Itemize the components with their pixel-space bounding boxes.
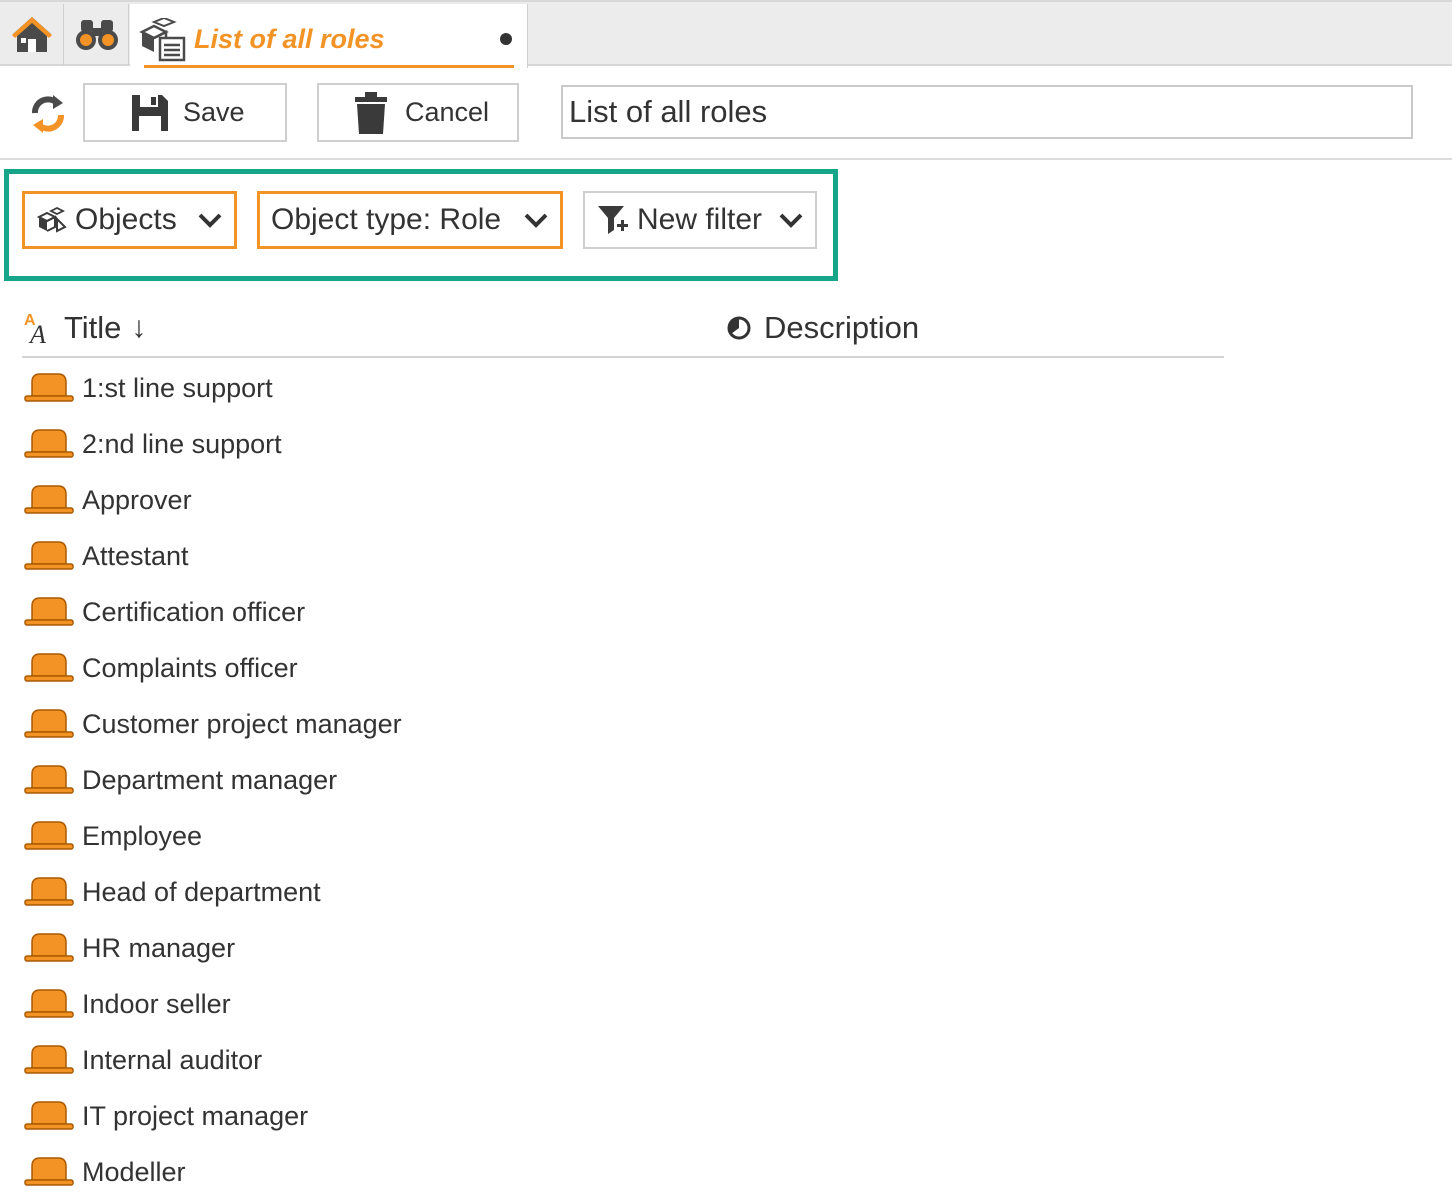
cancel-label: Cancel xyxy=(405,97,490,127)
chevron-down-icon xyxy=(524,213,548,228)
tab-title: List of all roles xyxy=(194,24,385,54)
list-item[interactable]: Internal auditor xyxy=(24,1032,1224,1088)
title-column-label: Title xyxy=(64,310,122,345)
role-title: Customer project manager xyxy=(82,708,402,739)
home-icon xyxy=(11,17,52,52)
list-title-input[interactable] xyxy=(561,85,1413,139)
list-item[interactable]: Approver xyxy=(24,472,1224,528)
sort-descending-icon: ↓ xyxy=(131,311,147,344)
save-label: Save xyxy=(183,97,245,127)
trash-icon xyxy=(355,91,387,134)
role-hat-icon xyxy=(24,653,74,682)
column-header-title[interactable]: A A Title ↓ xyxy=(24,306,146,350)
role-hat-icon xyxy=(24,933,74,962)
role-title: Approver xyxy=(82,484,192,515)
chevron-down-icon xyxy=(198,213,222,228)
role-title: HR manager xyxy=(82,932,236,963)
chevron-down-icon xyxy=(779,213,803,228)
role-title: Internal auditor xyxy=(82,1044,263,1075)
role-hat-icon xyxy=(24,1157,74,1186)
list-item[interactable]: HR manager xyxy=(24,920,1224,976)
cancel-button[interactable]: Cancel xyxy=(317,83,519,142)
half-circle-icon xyxy=(727,316,751,340)
text-attribute-icon: A A xyxy=(24,312,46,345)
role-hat-icon xyxy=(24,373,74,402)
role-hat-icon xyxy=(24,877,74,906)
list-item[interactable]: 2:nd line support xyxy=(24,416,1224,472)
role-hat-icon xyxy=(24,597,74,626)
role-title: 2:nd line support xyxy=(82,428,282,459)
role-title: 1:st line support xyxy=(82,372,273,403)
objects-filter-dropdown[interactable]: Objects xyxy=(22,191,237,249)
new-filter-label: New filter xyxy=(637,203,763,236)
list-item[interactable]: Employee xyxy=(24,808,1224,864)
toolbar: Save Cancel xyxy=(0,66,1452,160)
tab-bar: List of all roles xyxy=(0,0,1452,68)
role-hat-icon xyxy=(24,709,74,738)
binoculars-icon xyxy=(75,20,118,50)
role-hat-icon xyxy=(24,429,74,458)
list-item[interactable]: Attestant xyxy=(24,528,1224,584)
add-filter-icon xyxy=(598,206,628,234)
floppy-disk-icon xyxy=(132,94,168,131)
list-item[interactable]: Modeller xyxy=(24,1144,1224,1200)
object-list-icon xyxy=(139,18,186,62)
svg-text:A: A xyxy=(28,320,46,345)
object-type-filter-label: Object type: Role xyxy=(271,203,502,236)
role-title: Department manager xyxy=(82,764,338,795)
role-hat-icon xyxy=(24,765,74,794)
list-item[interactable]: 1:st line support xyxy=(24,360,1224,416)
list-item[interactable]: IT project manager xyxy=(24,1088,1224,1144)
list-item[interactable]: Certification officer xyxy=(24,584,1224,640)
list-item[interactable]: Indoor seller xyxy=(24,976,1224,1032)
objects-filter-label: Objects xyxy=(75,203,177,236)
list-item[interactable]: Head of department xyxy=(24,864,1224,920)
role-title: Employee xyxy=(82,820,203,851)
role-hat-icon xyxy=(24,1045,74,1074)
tab-list-of-all-roles[interactable]: List of all roles xyxy=(130,4,528,68)
role-hat-icon xyxy=(24,541,74,570)
role-title: Certification officer xyxy=(82,596,306,627)
role-title: IT project manager xyxy=(82,1100,309,1131)
role-title: Complaints officer xyxy=(82,652,298,683)
unsaved-dot xyxy=(500,33,512,45)
header-divider xyxy=(22,356,1224,358)
refresh-button[interactable] xyxy=(24,92,72,136)
role-hat-icon xyxy=(24,821,74,850)
refresh-icon xyxy=(32,95,64,133)
role-list: 1:st line support 2:nd line support Appr… xyxy=(24,360,1224,1200)
column-header-description[interactable]: Description xyxy=(726,306,919,350)
role-title: Modeller xyxy=(82,1156,186,1187)
role-title: Attestant xyxy=(82,540,189,571)
list-item[interactable]: Department manager xyxy=(24,752,1224,808)
description-column-label: Description xyxy=(764,310,920,345)
role-hat-icon xyxy=(24,1101,74,1130)
object-type-filter-dropdown[interactable]: Object type: Role xyxy=(257,191,563,249)
list-item[interactable]: Complaints officer xyxy=(24,640,1224,696)
save-button[interactable]: Save xyxy=(83,83,287,142)
role-title: Indoor seller xyxy=(82,988,231,1019)
new-filter-dropdown[interactable]: New filter xyxy=(583,191,817,249)
role-hat-icon xyxy=(24,989,74,1018)
tab-home[interactable] xyxy=(0,4,64,66)
objects-icon xyxy=(37,207,67,233)
list-item[interactable]: Customer project manager xyxy=(24,696,1224,752)
tab-search[interactable] xyxy=(65,4,129,66)
role-title: Head of department xyxy=(82,876,321,907)
role-hat-icon xyxy=(24,485,74,514)
